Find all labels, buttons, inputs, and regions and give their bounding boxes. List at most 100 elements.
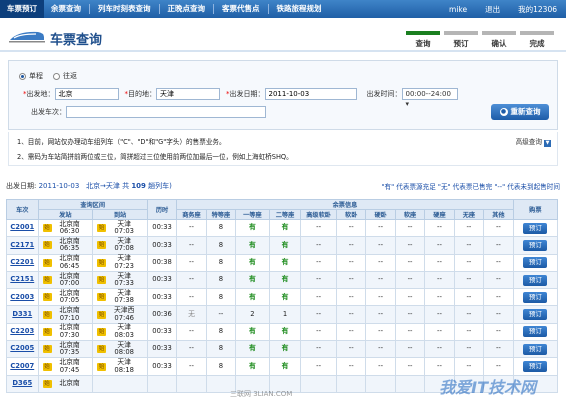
table-row: C2005 始北京南 07:35 始天津 08:08 00:33 -- 8 有有 -- -- -- --… [6,340,559,359]
table-row: C2203 始北京南 07:30 始天津 08:03 00:33 -- 8 有有 -- -- -- --… [6,322,559,342]
train-number[interactable]: C2201 [6,253,39,272]
book-button[interactable]: 预订 [523,309,548,321]
seat-special: 8 [205,253,237,272]
header-second: 二等座 [268,209,302,220]
book-button[interactable]: 预订 [523,274,548,286]
seat-second: 有 [268,322,302,342]
duration: 00:33 [146,340,178,359]
seat-business: -- [176,270,207,290]
re-search-label: 重新查询 [510,107,541,116]
train-number[interactable]: C2151 [6,270,39,290]
seat-unavailable: -- [394,305,426,324]
train-number[interactable]: C2003 [6,288,39,307]
seat-unavailable: -- [483,218,514,238]
origin-badge-icon: 始 [42,379,52,388]
book-button[interactable]: 预订 [523,291,548,303]
nav-tab-punctuality[interactable]: 正晚点查询 [161,0,213,18]
train-number[interactable]: D331 [6,305,39,324]
table-row: C2007 始北京南 07:45 始天津 08:18 00:33 -- 8 有有 -- -- -- --… [6,357,559,376]
seat-unavailable: -- [335,218,367,238]
nav-tab-agents[interactable]: 客票代售点 [215,0,267,18]
origin-badge-icon: 始 [42,276,52,285]
book-button[interactable]: 预订 [523,222,548,234]
seat-second: 有 [268,218,302,238]
nav-tab-journey-planner[interactable]: 铁路旅程规划 [270,0,329,18]
departure-info: 北京南 06:45 [54,255,86,270]
summary-count: 109 [131,182,146,190]
step-complete: 完成 [518,28,556,49]
terminal-badge-icon: 始 [97,276,107,285]
seat-first: 2 [235,305,270,324]
seat-business: -- [176,357,207,376]
arrival-info: 天津 07:23 [108,255,140,270]
logout-link[interactable]: 退出 [476,4,509,15]
oneway-radio[interactable] [19,72,26,80]
train-number[interactable]: C2005 [6,340,39,359]
seat-unavailable: -- [365,253,396,272]
arrival-info: 天津 07:03 [108,220,140,236]
to-input[interactable]: 天津 [156,88,220,100]
seat-unavailable: -- [483,270,514,290]
header-business: 商务座 [176,209,207,220]
seat-business: -- [176,236,207,255]
seat-business: 无 [176,305,207,324]
date-input[interactable]: 2011-10-03 [264,88,357,100]
ticket-legend: "有" 代表票源充足 "无" 代表票已售完 "--" 代表未到起售时间 [381,183,561,191]
seat-unavailable [300,374,337,393]
book-cell: 预订 [512,218,559,238]
departure-station: 始北京南 06:30 [37,218,94,238]
station-time: 07:33 [114,279,134,288]
page-header: 车票查询 查询 预订 确认 完成 [0,18,566,52]
train-number[interactable]: C2007 [6,357,39,376]
train-number[interactable]: C2203 [6,322,39,342]
book-cell: 预订 [512,322,559,342]
book-button[interactable]: 预订 [523,361,548,373]
train-number[interactable]: D365 [6,374,39,393]
seat-unavailable: -- [300,236,337,255]
seat-unavailable: -- [453,340,485,359]
step-query: 查询 [404,28,442,49]
seat-unavailable: -- [424,340,455,359]
terminal-badge-icon: 始 [97,362,107,371]
roundtrip-radio[interactable] [53,72,60,80]
watermark: 我爱IT技术网 [439,378,536,397]
table-row: C2171 始北京南 06:35 始天津 07:08 00:33 -- 8 有有 -- -- -- --… [6,236,559,255]
advanced-search-toggle[interactable]: 高级查询 ▼ [516,136,551,147]
header-hard-sleeper: 硬卧 [365,209,396,220]
nav-tab-booking[interactable]: 车票预订 [0,0,44,18]
header-soft-seat: 软座 [394,209,426,220]
seat-unavailable: -- [300,357,337,376]
train-number[interactable]: C2171 [6,236,39,255]
time-value: 00:00--24:00 [405,90,451,98]
train-input[interactable] [66,106,266,118]
book-button[interactable]: 预订 [523,343,548,355]
train-number[interactable]: C2001 [6,218,39,238]
departure-station: 始北京南 07:45 [37,357,94,376]
book-cell: 预订 [512,253,559,272]
seat-unavailable: -- [394,253,426,272]
seat-unavailable: -- [394,288,426,307]
nav-tab-timetable[interactable]: 列车时刻表查询 [91,0,158,18]
header-duration: 历时 [146,199,178,220]
seat-first: 有 [235,253,270,272]
re-search-button[interactable]: ● 重新查询 [491,104,549,120]
book-button[interactable]: 预订 [523,326,548,338]
departure-station: 始北京南 07:35 [37,340,94,359]
header-hard-seat: 硬座 [424,209,455,220]
seat-special: 8 [205,270,237,290]
from-input[interactable]: 北京 [54,88,119,100]
seat-unavailable: -- [300,270,337,290]
search-icon: ● [499,108,508,116]
expand-icon: ▼ [544,140,551,147]
book-button[interactable]: 预订 [523,257,548,269]
seat-unavailable: -- [424,322,455,342]
origin-badge-icon: 始 [42,327,52,336]
time-select[interactable]: 00:00--24:00 ▾ [401,88,458,108]
seat-business: -- [176,322,207,342]
departure-info: 北京南 [54,379,86,388]
book-button[interactable]: 预订 [523,239,548,251]
my12306-link[interactable]: 我的12306 [509,4,566,15]
nav-separator [213,4,214,14]
seat-first: 有 [235,340,270,359]
nav-tab-remaining-tickets[interactable]: 余票查询 [44,0,88,18]
